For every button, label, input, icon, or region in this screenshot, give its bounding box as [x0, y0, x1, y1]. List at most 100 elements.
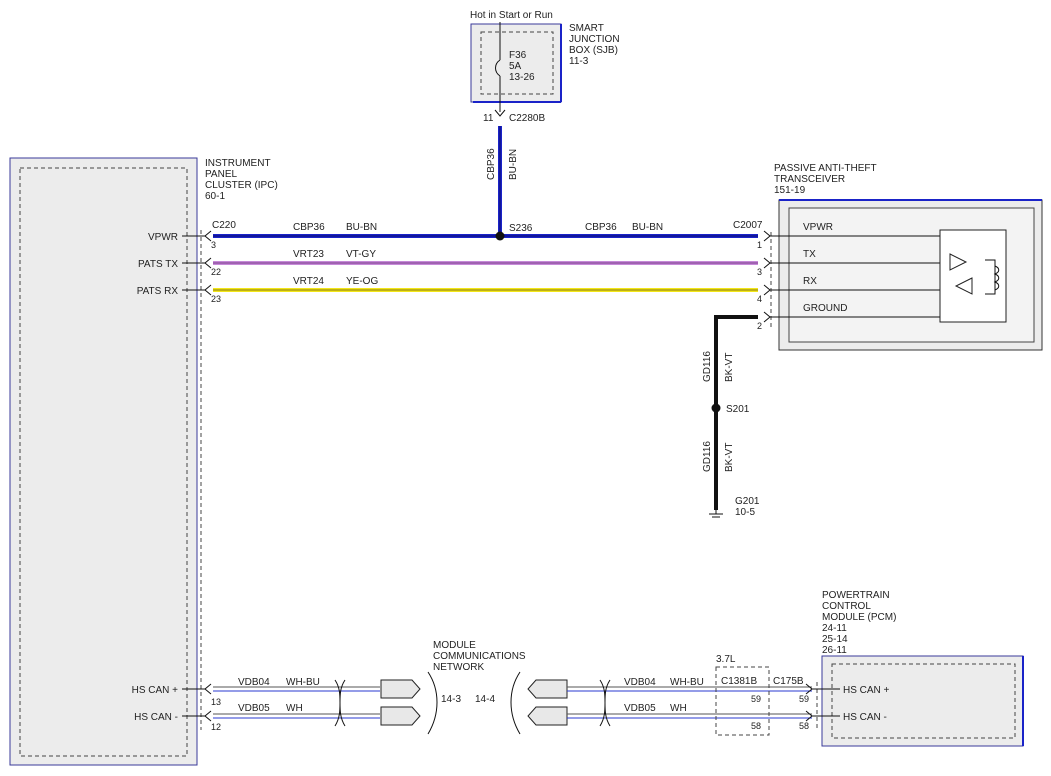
- rx-circuit-label: VRT24: [293, 276, 324, 287]
- pats-ref: 151-19: [774, 185, 806, 196]
- pcm-pin-label-plus: HS CAN +: [843, 685, 890, 696]
- vpwr-color-label-right: BU-BN: [632, 222, 663, 233]
- pcm-arrow-icon: [805, 683, 813, 695]
- sjb-title-1: SMART: [569, 23, 604, 34]
- can-plus-color-left: WH-BU: [286, 677, 320, 688]
- ipc-pin-pats-tx: 22: [211, 267, 221, 277]
- ipc-pin-hs-can-plus: 13: [211, 697, 221, 707]
- pcm-title-1: POWERTRAIN: [822, 590, 890, 601]
- sjb-pin: 11: [483, 113, 494, 124]
- ipc-pin-pats-rx: 23: [211, 294, 221, 304]
- instrument-panel-cluster: INSTRUMENT PANEL CLUSTER (IPC) 60-1 C220…: [9, 157, 278, 766]
- inline-pin-plus: 59: [751, 694, 761, 704]
- pats-pin-label-tx: TX: [803, 249, 816, 260]
- pats-pin-label-vpwr: VPWR: [803, 222, 833, 233]
- sjb-title-2: JUNCTION: [569, 34, 620, 45]
- drop-circuit-label: CBP36: [486, 148, 497, 180]
- ipc-box: [9, 157, 198, 766]
- rx-color-label: YE-OG: [346, 276, 378, 287]
- sjb-connector: C2280B: [509, 113, 545, 124]
- pcm-ref-3: 26-11: [822, 645, 847, 656]
- fuse-name: F36: [509, 50, 527, 61]
- pats-arrow-icon: [763, 257, 771, 269]
- ipc-pin-label-hs-can-minus: HS CAN -: [134, 712, 178, 723]
- pcm-pin-plus: 59: [799, 694, 809, 704]
- network-ref-left: 14-3: [441, 694, 461, 705]
- ground-ref: 10-5: [735, 507, 755, 518]
- network-connector-left-plus: [380, 679, 421, 699]
- ipc-arrow-icon: [204, 683, 212, 695]
- ground-name: G201: [735, 496, 760, 507]
- pcm-title-2: CONTROL: [822, 601, 871, 612]
- ipc-title-1: INSTRUMENT: [205, 158, 271, 169]
- gnd-circuit-label-lower: GD116: [702, 441, 713, 472]
- ipc-ref: 60-1: [205, 191, 225, 202]
- pats-arrow-icon: [763, 311, 771, 323]
- gnd-circuit-label: GD116: [702, 351, 713, 382]
- can-minus-circuit-left: VDB05: [238, 703, 270, 714]
- network-title-2: COMMUNICATIONS: [433, 651, 526, 662]
- inline-pin-minus: 58: [751, 721, 761, 731]
- pcm-title-3: MODULE (PCM): [822, 612, 896, 623]
- network-ref-right: 14-4: [475, 694, 495, 705]
- passive-anti-theft-transceiver: PASSIVE ANTI-THEFT TRANSCEIVER 151-19 C2…: [733, 163, 1043, 351]
- vpwr-circuit-label-right: CBP36: [585, 222, 617, 233]
- pcm-box: [821, 655, 1024, 747]
- can-minus-color-right: WH: [670, 703, 687, 714]
- ipc-pin-vpwr: 3: [211, 240, 216, 250]
- can-minus-circuit-right: VDB05: [624, 703, 656, 714]
- pcm-connector: C175B: [773, 676, 804, 687]
- pats-pin-label-rx: RX: [803, 276, 817, 287]
- pats-title-1: PASSIVE ANTI-THEFT: [774, 163, 877, 174]
- pats-pin-vpwr: 1: [757, 240, 762, 250]
- sjb-supply-label: Hot in Start or Run: [470, 10, 553, 21]
- gnd-color-label-lower: BK-VT: [724, 443, 735, 472]
- powertrain-control-module: POWERTRAIN CONTROL MODULE (PCM) 24-11 25…: [773, 590, 1024, 747]
- fuse-rating: 5A: [509, 61, 522, 72]
- network-title-3: NETWORK: [433, 662, 484, 673]
- ground-symbol-icon: [709, 510, 723, 518]
- network-connector-right-minus: [527, 706, 568, 726]
- splice-s201-label: S201: [726, 404, 750, 415]
- pcm-ref-2: 25-14: [822, 634, 848, 645]
- ipc-connector: C220: [212, 220, 236, 231]
- drop-color-label: BU-BN: [508, 149, 519, 180]
- transceiver-block: [939, 229, 1007, 323]
- network-connector-left-minus: [380, 706, 421, 726]
- ipc-pin-label-pats-rx: PATS RX: [137, 286, 179, 297]
- inline-connector-name: C1381B: [721, 676, 757, 687]
- ipc-title-3: CLUSTER (IPC): [205, 180, 278, 191]
- ipc-title-2: PANEL: [205, 169, 237, 180]
- network-bracket-left: [427, 671, 438, 735]
- sjb-ref: 11-3: [569, 56, 589, 67]
- splice-s201-dot: [711, 403, 721, 413]
- sjb-title-3: BOX (SJB): [569, 45, 618, 56]
- ipc-pin-label-vpwr: VPWR: [148, 232, 178, 243]
- ipc-pin-hs-can-minus: 12: [211, 722, 221, 732]
- tx-circuit-label: VRT23: [293, 249, 324, 260]
- can-plus-circuit-left: VDB04: [238, 677, 270, 688]
- splice-s236-dot: [495, 231, 505, 241]
- network-title-1: MODULE: [433, 640, 476, 651]
- pats-connector: C2007: [733, 220, 763, 231]
- pats-arrow-icon: [763, 230, 771, 242]
- pcm-pin-label-minus: HS CAN -: [843, 712, 887, 723]
- splice-s236-label: S236: [509, 223, 533, 234]
- pats-pin-label-ground: GROUND: [803, 303, 847, 314]
- pcm-ref-1: 24-11: [822, 623, 847, 634]
- gnd-color-label: BK-VT: [724, 353, 735, 382]
- engine-option-label: 3.7L: [716, 654, 736, 665]
- can-minus-color-left: WH: [286, 703, 303, 714]
- ipc-pin-label-pats-tx: PATS TX: [138, 259, 178, 270]
- can-plus-color-right: WH-BU: [670, 677, 704, 688]
- pats-pin-tx: 3: [757, 267, 762, 277]
- pcm-arrow-icon: [805, 710, 813, 722]
- smart-junction-box: Hot in Start or Run SMART JUNCTION BOX (…: [470, 10, 620, 124]
- pats-arrow-icon: [763, 284, 771, 296]
- network-connector-right-plus: [527, 679, 568, 699]
- ipc-arrow-icon: [204, 710, 212, 722]
- wiring-diagram: Hot in Start or Run SMART JUNCTION BOX (…: [9, 10, 1043, 766]
- tx-color-label: VT-GY: [346, 249, 376, 260]
- vpwr-color-label: BU-BN: [346, 222, 377, 233]
- pats-pin-ground: 2: [757, 321, 762, 331]
